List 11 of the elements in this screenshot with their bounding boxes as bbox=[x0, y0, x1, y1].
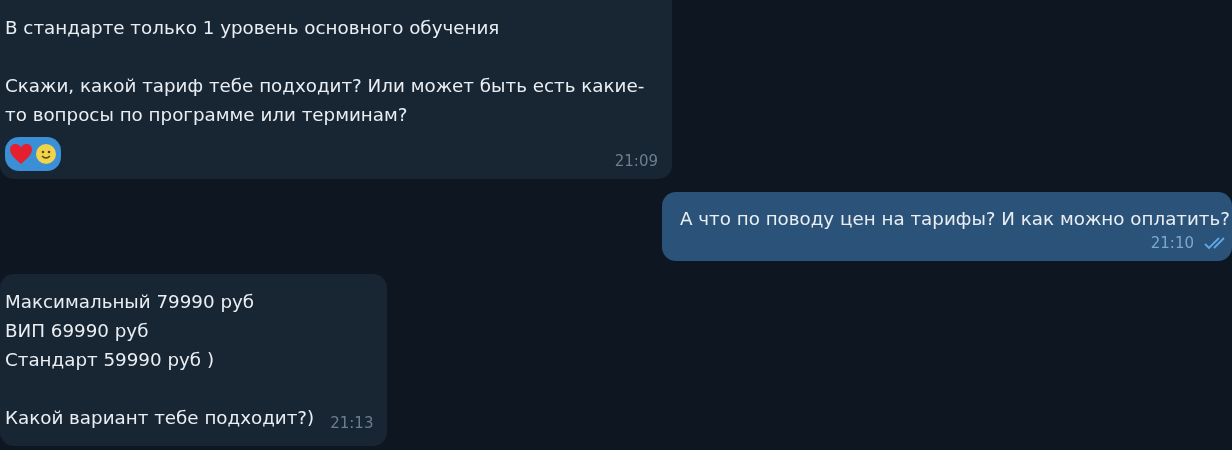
message-time: 21:10 bbox=[1150, 233, 1194, 253]
message-text: Скажи, какой тариф тебе подходит? Или может быть есть какие-то вопросы по программе или терминам? bbox=[5, 75, 645, 125]
reactions-pill[interactable] bbox=[5, 137, 61, 171]
message-text: В стандарте только 1 уровень основного обучения bbox=[5, 17, 500, 38]
message-time: 21:09 bbox=[614, 151, 658, 171]
smiley-icon bbox=[35, 143, 57, 165]
heart-icon bbox=[9, 143, 33, 165]
message-text: Какой вариант тебе подходит?) bbox=[5, 407, 315, 428]
message-time: 21:13 bbox=[330, 413, 374, 434]
message-text: А что по поводу цен на тарифы? И как можно оплатить? bbox=[679, 208, 1230, 229]
message-text: Максимальный 79990 руб ВИП 69990 руб Стандарт 59990 руб ) bbox=[5, 291, 255, 370]
